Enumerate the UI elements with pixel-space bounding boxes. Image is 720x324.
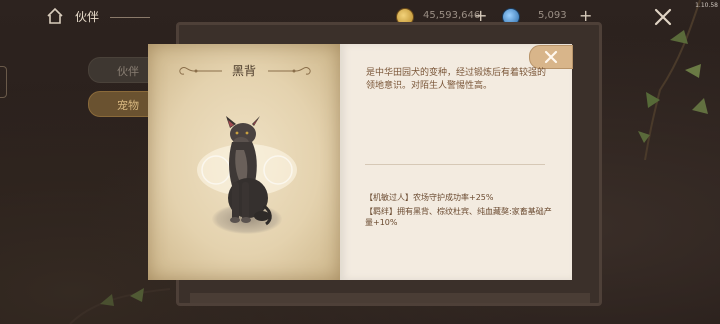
close-icon: [544, 50, 558, 64]
side-drawer-handle[interactable]: [0, 66, 7, 98]
crossed-swords-icon[interactable]: [653, 7, 673, 27]
gem-balance: 5,093: [538, 10, 567, 21]
book-bottom-edge: [190, 293, 590, 303]
coin-balance: 45,593,646: [423, 10, 481, 21]
page-title: 伙伴: [75, 10, 100, 24]
version-label: 1.10.58: [695, 2, 718, 9]
trait-alert: 【机敏过人】农场守护成功率+25%: [365, 193, 494, 202]
section-divider: [365, 164, 545, 165]
trait-bond: 【羁绊】拥有黑背、棕纹杜宾、纯血藏獒:家畜基础产量+10%: [365, 207, 552, 227]
close-button[interactable]: [529, 45, 573, 69]
ornament-icon: [268, 67, 311, 75]
tab-label: 宠物: [117, 99, 139, 112]
divider: [110, 17, 150, 18]
tab-label: 伙伴: [117, 65, 139, 78]
pet-detail-modal: 黑背 是中华田园犬的变种，经过锻炼后有着较强的领地意识。对陌生人警惕性高。 【机…: [148, 44, 573, 280]
black-back-dog-portrait: [226, 116, 272, 226]
pet-description: 是中华田园犬的变种，经过锻炼后有着较强的领地意识。对陌生人警惕性高。: [366, 68, 547, 91]
pet-portrait-page: 黑背: [148, 44, 340, 280]
home-icon[interactable]: [46, 7, 64, 25]
